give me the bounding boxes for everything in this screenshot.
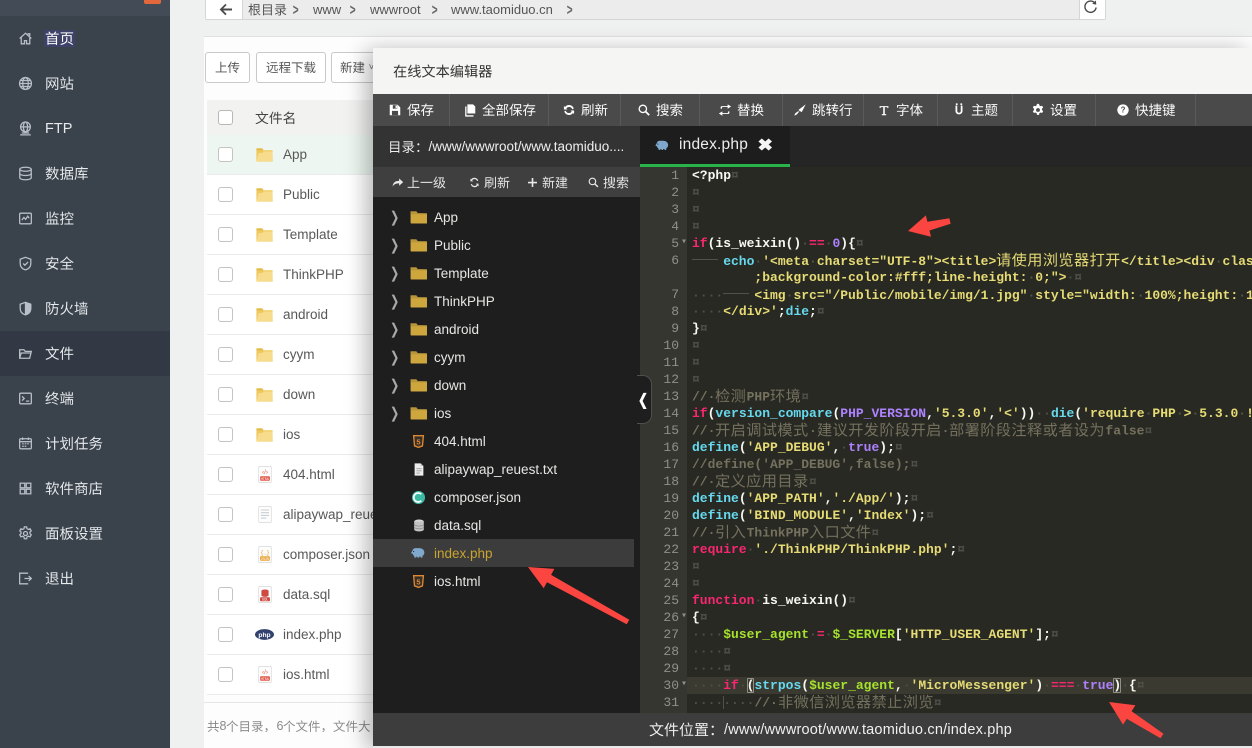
- svg-text:?: ?: [1121, 106, 1126, 115]
- svg-text:HTML: HTML: [260, 477, 269, 481]
- svg-text:SQL: SQL: [261, 597, 268, 601]
- svg-text:5: 5: [416, 577, 420, 586]
- svg-text:HTML: HTML: [260, 677, 269, 681]
- svg-text:JSON: JSON: [260, 557, 269, 561]
- svg-text:5: 5: [416, 437, 420, 446]
- svg-text:php: php: [258, 632, 270, 639]
- svg-text:‹/›: ‹/›: [262, 669, 268, 676]
- svg-text:{..}: {..}: [260, 550, 269, 557]
- svg-text:‹/›: ‹/›: [262, 469, 268, 476]
